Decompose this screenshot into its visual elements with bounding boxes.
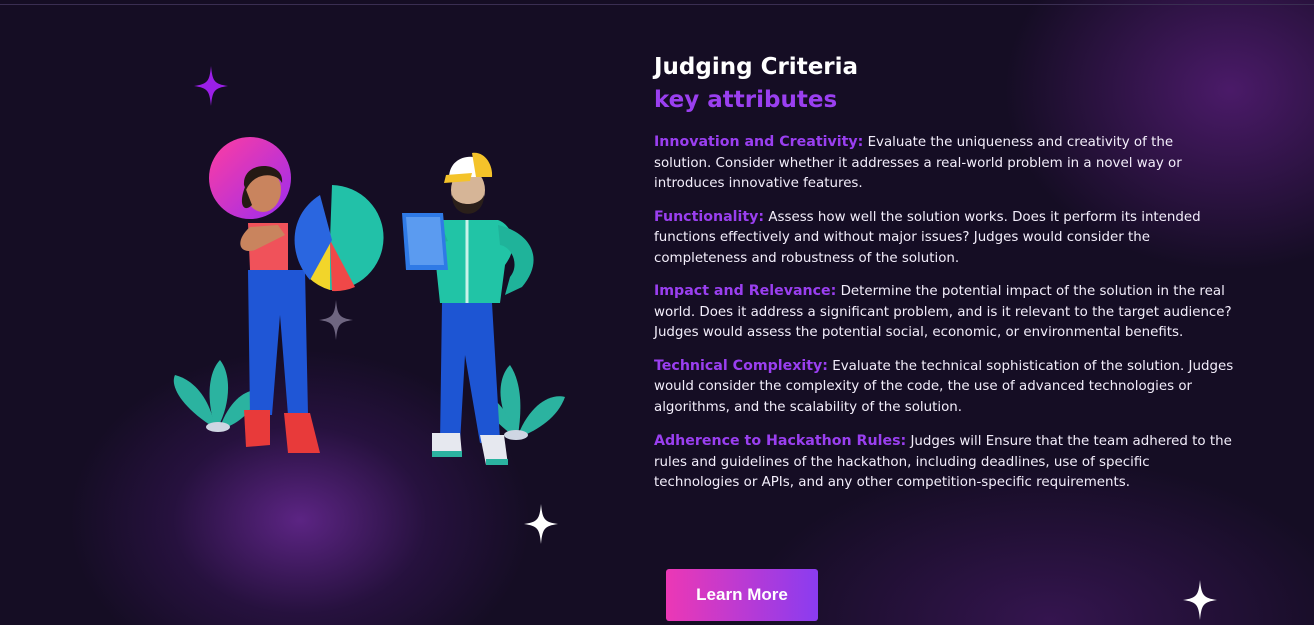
criterion-label: Impact and Relevance: (654, 283, 837, 299)
section-title: Judging Criteria (654, 54, 859, 80)
learn-more-button[interactable]: Learn More (666, 569, 818, 621)
criterion-label: Innovation and Creativity: (654, 134, 864, 150)
criterion-rules: Adherence to Hackathon Rules: Judges wil… (654, 431, 1234, 494)
sparkle-white-corner-icon (1183, 580, 1217, 620)
criterion-label: Functionality: (654, 208, 765, 225)
criterion-innovation: Innovation and Creativity: Evaluate the … (654, 132, 1234, 195)
criterion-impact: Impact and Relevance: Determine the pote… (654, 281, 1234, 344)
criterion-functionality: Functionality: Assess how well the solut… (654, 207, 1234, 270)
top-divider (0, 4, 1314, 5)
judging-criteria-section: Judging Criteria key attributes Innovati… (654, 52, 1234, 506)
criterion-label: Technical Complexity: (654, 357, 828, 374)
criterion-label: Adherence to Hackathon Rules: (654, 433, 907, 449)
team-analytics-illustration (173, 137, 565, 465)
criterion-technical: Technical Complexity: Evaluate the techn… (654, 356, 1234, 419)
criteria-list: Innovation and Creativity: Evaluate the … (654, 132, 1234, 494)
section-subtitle: key attributes (654, 87, 838, 113)
